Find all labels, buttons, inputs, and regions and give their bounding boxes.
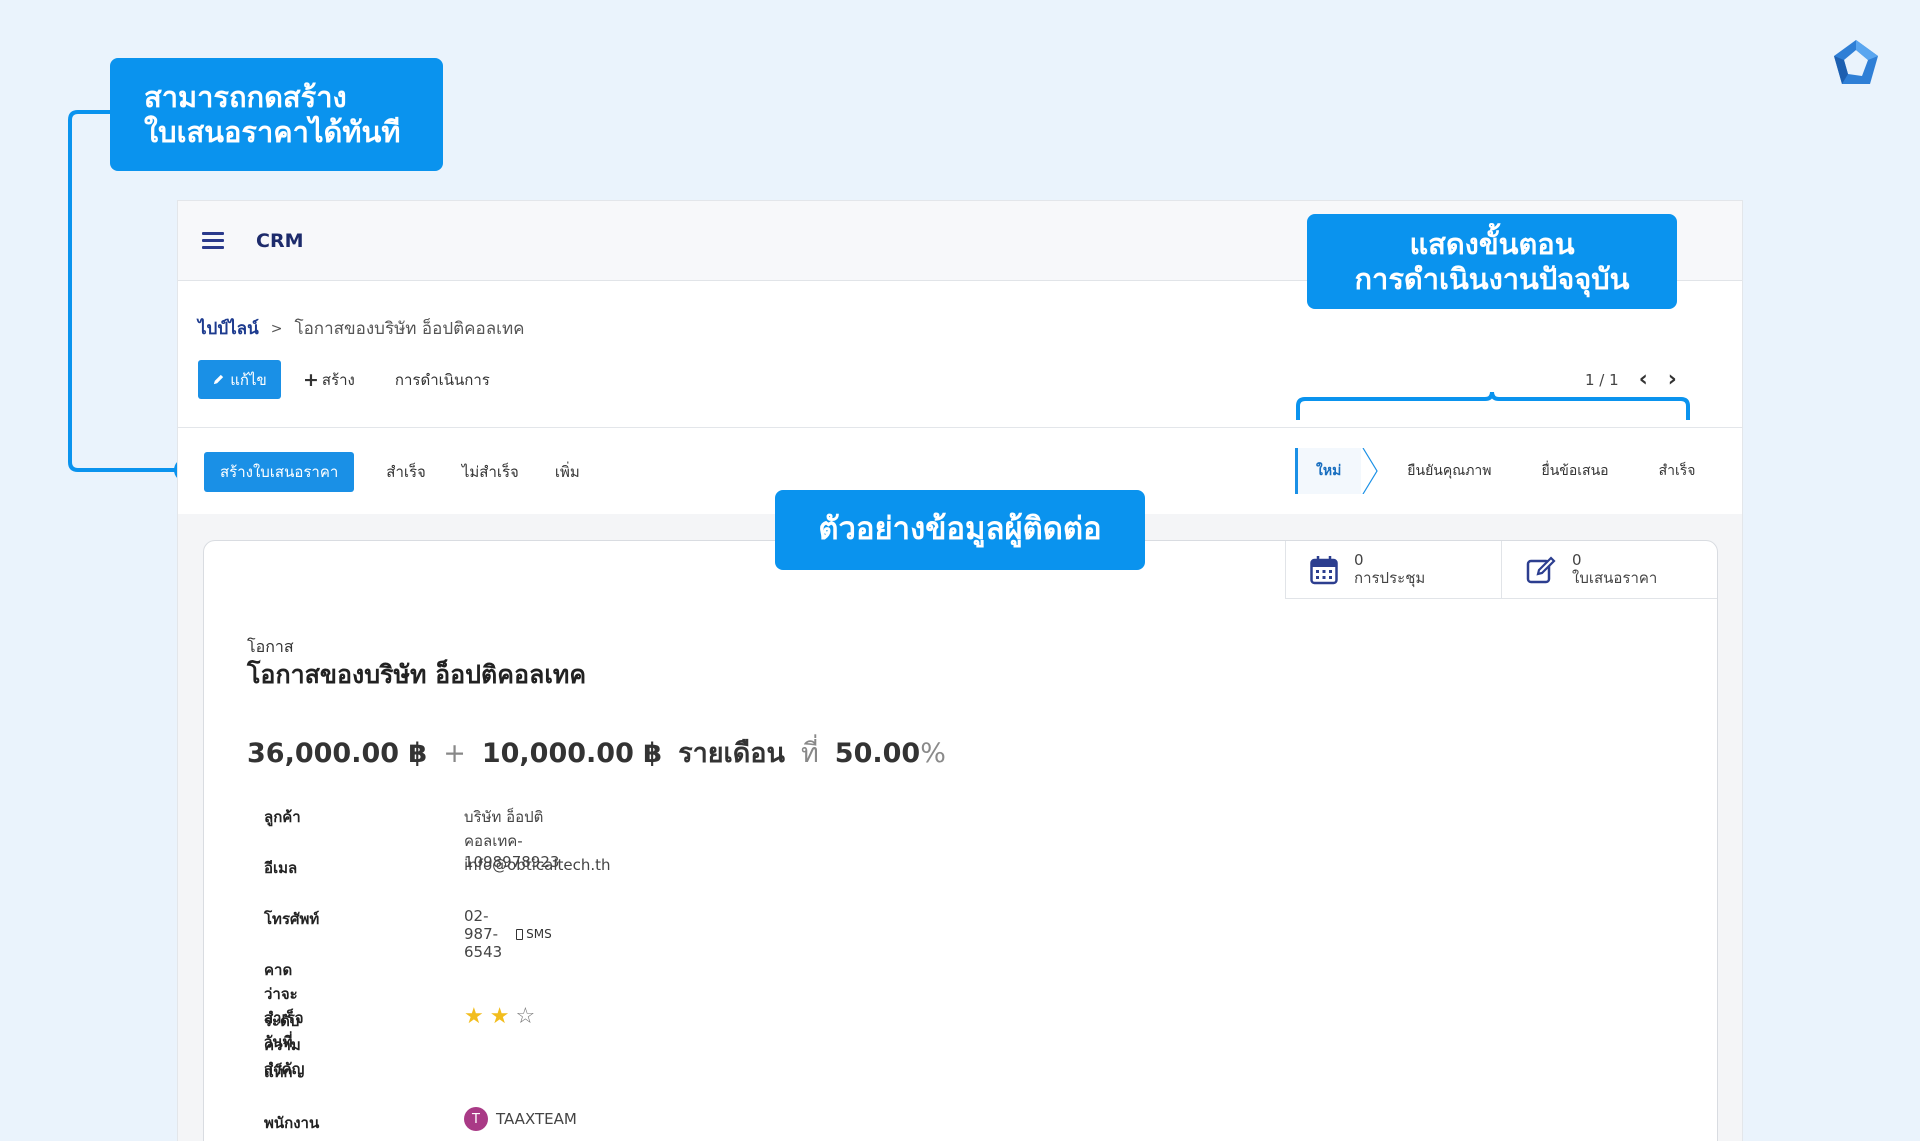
probability-value: 50.00 bbox=[834, 738, 921, 769]
tags-label: แท็ก bbox=[264, 1063, 293, 1081]
callout-line: ใบเสนอราคาได้ทันที bbox=[144, 114, 401, 149]
breadcrumb-current: โอกาสของบริษัท อ็อปติคอลเทค bbox=[294, 319, 525, 339]
expected-revenue[interactable]: 36,000.00 ฿ bbox=[247, 738, 427, 769]
quotations-count: 0 bbox=[1572, 551, 1582, 570]
menu-icon[interactable] bbox=[202, 231, 224, 250]
mark-won-button[interactable]: สำเร็จ bbox=[382, 460, 430, 484]
callout-line: การดำเนินงานปัจจุบัน bbox=[1354, 261, 1630, 296]
stage-new[interactable]: ใหม่ bbox=[1295, 448, 1362, 494]
callout-line: ตัวอย่างข้อมูลผู้ติดต่อ bbox=[818, 511, 1102, 548]
quotations-label: ใบเสนอราคา bbox=[1572, 568, 1658, 587]
email-label: อีเมล bbox=[264, 859, 298, 877]
breadcrumb-pipeline[interactable]: ไปป์ไลน์ bbox=[198, 315, 259, 342]
plus-sign: + bbox=[443, 738, 466, 769]
edit-button[interactable]: แก้ไข bbox=[198, 360, 281, 399]
email-text: info@obticaltech.th bbox=[464, 856, 611, 874]
salesperson-value[interactable]: T TAAXTEAM bbox=[464, 1107, 577, 1131]
edit-label: แก้ไข bbox=[230, 370, 267, 389]
mark-lost-button[interactable]: ไม่สำเร็จ bbox=[458, 460, 523, 484]
calendar-icon bbox=[1310, 555, 1338, 584]
email-value[interactable]: info@obticaltech.th bbox=[464, 856, 611, 874]
pencil-icon bbox=[214, 374, 224, 385]
crm-window: CRM ไปป์ไลน์ > โอกาสของบริษัท อ็อปติคอลเ… bbox=[178, 201, 1742, 1141]
star-empty-icon[interactable]: ☆ bbox=[515, 1006, 535, 1028]
callout-current-stage: แสดงขั้นตอน การดำเนินงานปัจจุบัน bbox=[1307, 214, 1677, 309]
salesperson-name: TAAXTEAM bbox=[496, 1110, 577, 1128]
new-quotation-button[interactable]: สร้างใบเสนอราคา bbox=[204, 452, 355, 492]
quotations-smart-button[interactable]: 0 ใบเสนอราคา bbox=[1501, 541, 1717, 599]
callout-create-quotation: สามารถกดสร้าง ใบเสนอราคาได้ทันที bbox=[110, 58, 443, 171]
callout-line: แสดงขั้นตอน bbox=[1409, 226, 1575, 261]
meetings-smart-button[interactable]: 0 การประชุม bbox=[1285, 541, 1501, 599]
form-sheet: 0 การประชุม 0 ใบเสนอราคา โอกาส โอกาสของบ… bbox=[203, 540, 1718, 1141]
probability[interactable]: 50.00% bbox=[835, 738, 946, 769]
chevron-left-icon[interactable]: ‹ bbox=[1639, 367, 1648, 392]
sms-label: SMS bbox=[526, 927, 552, 941]
star-filled-icon[interactable]: ★ bbox=[464, 1006, 484, 1028]
sms-button[interactable]: SMS bbox=[516, 927, 552, 941]
status-buttons: สร้างใบเสนอราคา สำเร็จ ไม่สำเร็จ เพิ่ม bbox=[204, 452, 584, 492]
recurring-plan[interactable]: รายเดือน bbox=[678, 731, 785, 774]
pager: 1 / 1 ‹ › bbox=[1585, 367, 1677, 392]
customer-label: ลูกค้า bbox=[264, 808, 301, 826]
stage-pipeline: ใหม่ ยืนยันคุณภาพ ยื่นข้อเสนอ สำเร็จ bbox=[1295, 448, 1706, 494]
at-label: ที่ bbox=[800, 738, 819, 769]
chevron-right-icon[interactable]: › bbox=[1668, 367, 1677, 392]
percent-sign: % bbox=[920, 738, 946, 769]
control-panel: แก้ไข + สร้าง การดำเนินการ bbox=[198, 360, 490, 399]
salesperson-label: พนักงานขาย bbox=[264, 1114, 320, 1141]
mobile-icon bbox=[516, 928, 524, 940]
avatar: T bbox=[464, 1107, 488, 1131]
callout-line: สามารถกดสร้าง bbox=[144, 79, 347, 114]
pager-value: 1 / 1 bbox=[1585, 370, 1619, 389]
revenue-line: 36,000.00 ฿ + 10,000.00 ฿ รายเดือน ที่ 5… bbox=[247, 731, 946, 774]
brand-logo bbox=[1834, 40, 1878, 84]
star-filled-icon[interactable]: ★ bbox=[490, 1006, 510, 1028]
priority-stars[interactable]: ★ ★ ☆ bbox=[464, 1006, 535, 1028]
stage-won[interactable]: สำเร็จ bbox=[1659, 448, 1706, 494]
meetings-count: 0 bbox=[1354, 551, 1364, 570]
phone-value[interactable]: 02-987-6543 SMS bbox=[464, 907, 552, 961]
more-button[interactable]: เพิ่ม bbox=[551, 460, 584, 484]
callout-contact-example: ตัวอย่างข้อมูลผู้ติดต่อ bbox=[775, 490, 1145, 570]
meetings-label: การประชุม bbox=[1354, 568, 1426, 587]
action-menu-label: การดำเนินการ bbox=[394, 370, 490, 389]
recurring-revenue[interactable]: 10,000.00 ฿ bbox=[482, 738, 662, 769]
stage-separator bbox=[1362, 448, 1378, 494]
smart-buttons: 0 การประชุม 0 ใบเสนอราคา bbox=[1285, 541, 1717, 599]
breadcrumb-separator: > bbox=[270, 320, 283, 337]
breadcrumb: ไปป์ไลน์ > โอกาสของบริษัท อ็อปติคอลเทค bbox=[198, 315, 525, 342]
create-button[interactable]: + สร้าง bbox=[303, 368, 355, 392]
record-title: โอกาสของบริษัท อ็อปติคอลเทค bbox=[247, 660, 587, 689]
stage-qualified[interactable]: ยืนยันคุณภาพ bbox=[1381, 448, 1541, 494]
create-label: สร้าง bbox=[321, 370, 355, 389]
phone-text: 02-987-6543 bbox=[464, 907, 503, 961]
edit-document-icon bbox=[1526, 555, 1556, 583]
phone-label: โทรศัพท์ bbox=[264, 910, 320, 928]
app-title: CRM bbox=[256, 229, 304, 252]
stage-proposition[interactable]: ยื่นข้อเสนอ bbox=[1542, 448, 1659, 494]
plus-icon: + bbox=[303, 368, 319, 391]
action-menu-button[interactable]: การดำเนินการ bbox=[395, 368, 490, 392]
